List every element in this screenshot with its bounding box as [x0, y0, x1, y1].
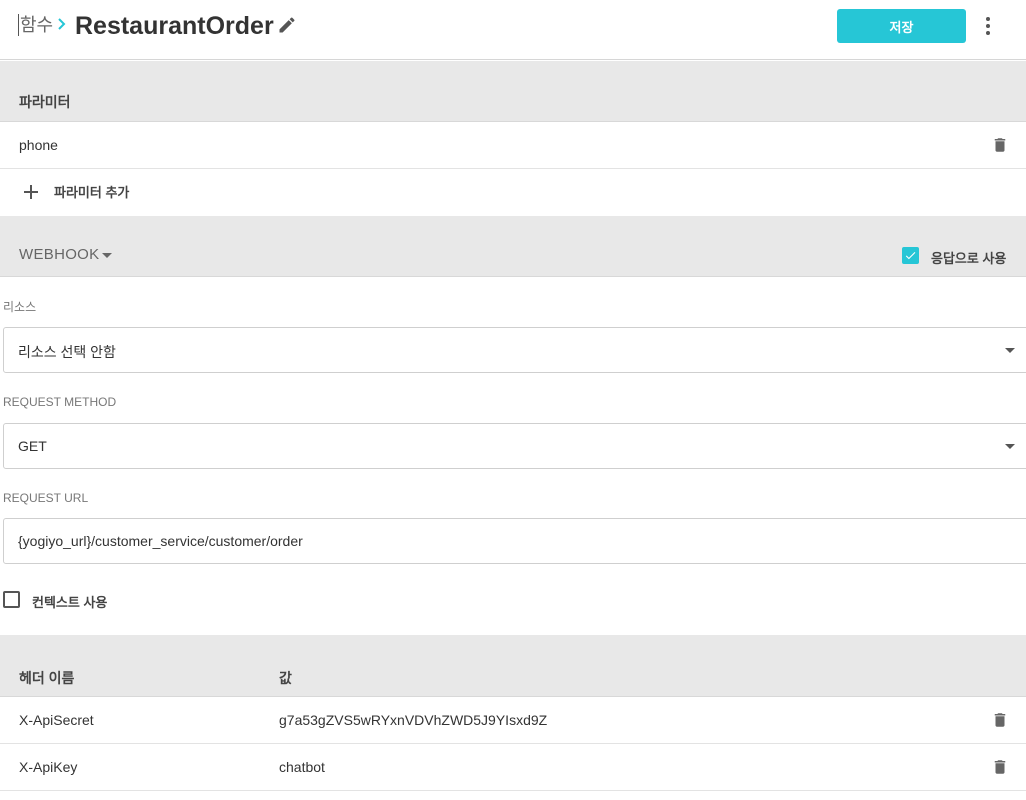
request-method-select[interactable]: GET: [3, 423, 1026, 469]
trash-icon[interactable]: [991, 135, 1009, 160]
request-method-value: GET: [18, 438, 47, 454]
header-value-column: 값: [279, 670, 292, 686]
request-url-label: REQUEST URL: [3, 491, 89, 505]
table-row: X-ApiKey chatbot: [0, 744, 1026, 791]
use-as-response-checkbox[interactable]: [902, 247, 919, 264]
request-url-value: {yogiyo_url}/customer_service/customer/o…: [18, 533, 303, 549]
top-bar: 함수 RestaurantOrder 저장: [0, 0, 1026, 60]
caret-down-icon: [1005, 348, 1015, 353]
webhook-type-dropdown[interactable]: WEBHOOK: [19, 246, 99, 263]
use-context-label: 컨텍스트 사용: [32, 595, 108, 610]
header-value-cell[interactable]: g7a53gZVS5wRYxnVDVhZWD5J9YIsxd9Z: [279, 712, 547, 728]
header-name-column: 헤더 이름: [19, 670, 75, 686]
breadcrumb-root[interactable]: 함수: [18, 14, 53, 36]
resource-label: 리소스: [3, 300, 37, 314]
page-title: RestaurantOrder: [75, 12, 274, 40]
save-button[interactable]: 저장: [837, 9, 966, 43]
parameter-row: phone: [0, 122, 1026, 169]
resource-select[interactable]: 리소스 선택 안함: [3, 327, 1026, 373]
header-value-cell[interactable]: chatbot: [279, 759, 325, 775]
parameters-section-header: 파라미터: [0, 61, 1026, 122]
chevron-right-icon: [57, 16, 67, 37]
table-row: X-ApiSecret g7a53gZVS5wRYxnVDVhZWD5J9YIs…: [0, 697, 1026, 744]
check-icon: [905, 252, 916, 260]
resource-select-value: 리소스 선택 안함: [18, 344, 116, 360]
headers-table-header: 헤더 이름 값: [0, 635, 1026, 697]
trash-icon[interactable]: [991, 710, 1009, 735]
plus-icon: [22, 183, 40, 201]
caret-down-icon: [1005, 444, 1015, 449]
request-method-label: REQUEST METHOD: [3, 395, 117, 409]
webhook-section-header: [0, 216, 1026, 277]
parameter-name[interactable]: phone: [19, 137, 58, 153]
use-as-response-label: 응답으로 사용: [931, 251, 1007, 266]
use-context-checkbox[interactable]: [3, 591, 20, 608]
parameters-section-label: 파라미터: [19, 94, 71, 110]
request-url-input[interactable]: {yogiyo_url}/customer_service/customer/o…: [3, 518, 1026, 564]
add-parameter-button[interactable]: 파라미터 추가: [22, 182, 129, 201]
header-name-cell[interactable]: X-ApiSecret: [19, 712, 94, 728]
pencil-icon[interactable]: [277, 15, 297, 40]
caret-down-icon[interactable]: [102, 253, 112, 258]
add-parameter-label: 파라미터 추가: [54, 185, 130, 200]
more-vertical-icon[interactable]: [978, 14, 998, 38]
header-name-cell[interactable]: X-ApiKey: [19, 759, 77, 775]
trash-icon[interactable]: [991, 757, 1009, 782]
